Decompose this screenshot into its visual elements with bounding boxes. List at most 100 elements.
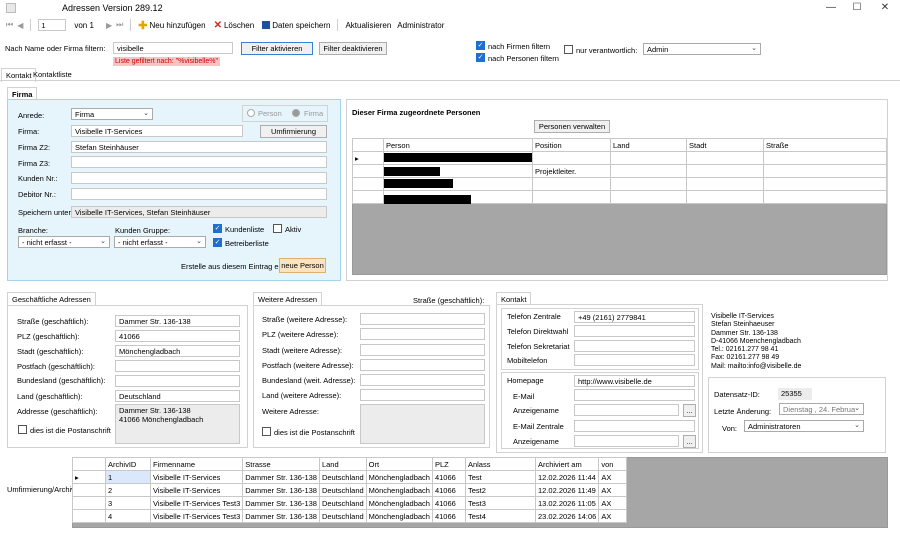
geschaeft-tab[interactable]: Geschäftliche Adressen — [7, 292, 96, 306]
debitor-input[interactable] — [71, 188, 327, 200]
w-post-checkbox[interactable] — [262, 427, 271, 436]
email2-label: E-Mail Zentrale — [513, 422, 564, 431]
save-button[interactable]: Daten speichern — [262, 21, 330, 30]
aktiv-checkbox[interactable] — [273, 224, 282, 233]
z2-input[interactable]: Stefan Steinhäuser — [71, 141, 327, 153]
by-person-checkbox[interactable]: ✓ — [476, 53, 485, 62]
w-land-input[interactable] — [360, 389, 485, 401]
weitere-tab[interactable]: Weitere Adressen — [253, 292, 323, 306]
g-plz-input[interactable]: 41066 — [115, 330, 240, 342]
by-company-checkbox[interactable]: ✓ — [476, 41, 485, 50]
g-postfach-label: Postfach (geschäftlich): — [17, 362, 95, 371]
von-select[interactable]: Administratoren ⌄ — [744, 420, 864, 432]
table-row[interactable]: 2 Visibelle IT-Services Dammer Str. 136-13… — [72, 483, 628, 497]
homepage-input[interactable]: http://www.visibelle.de — [574, 375, 695, 387]
minimize-button[interactable]: — — [818, 0, 844, 16]
mobil-input[interactable] — [574, 354, 695, 366]
tel-direkt-input[interactable] — [574, 325, 695, 337]
tel-zentrale-input[interactable]: +49 (2161) 2779841 — [574, 311, 695, 323]
neue-person-button[interactable]: neue Person — [279, 258, 326, 273]
toolbar: ⏮ ◀ 1 von 1 ▶ ⏭ ✚ Neu hinzufügen ✕ Löschen… — [0, 16, 900, 34]
firma-input[interactable]: Visibelle IT-Services — [71, 125, 243, 137]
last-record-icon[interactable]: ⏭ — [116, 20, 123, 30]
only-responsible-checkbox[interactable] — [564, 45, 573, 54]
column-header[interactable]: Land — [610, 138, 687, 152]
title-bar: Adressen Version 289.12 — ☐ ✕ — [0, 0, 900, 16]
column-header[interactable]: von — [598, 457, 628, 471]
tab-kontaktliste[interactable]: Kontaktliste — [33, 70, 72, 79]
filter-hint: Liste gefiltert nach: "%visibelle%" — [113, 57, 221, 66]
filter-input[interactable]: visibelle — [113, 42, 233, 54]
prev-record-icon[interactable]: ◀ — [17, 21, 23, 30]
g-plz-label: PLZ (geschäftlich): — [17, 332, 80, 341]
firma-radio[interactable] — [292, 109, 300, 117]
betreiberliste-checkbox[interactable]: ✓ — [213, 238, 222, 247]
anzeige2-browse-button[interactable]: ... — [683, 435, 696, 448]
table-row[interactable]: ▸ 1 Visibelle IT-Services Dammer Str. 136-1… — [72, 470, 628, 484]
column-header[interactable]: ArchivID — [105, 457, 151, 471]
table-row[interactable]: 3 Visibelle IT-Services Test3 Dammer Str. … — [72, 496, 628, 510]
anzeige2-input[interactable] — [574, 435, 679, 447]
maximize-button[interactable]: ☐ — [844, 0, 870, 16]
redacted-name — [384, 195, 471, 204]
chevron-down-icon: ⌄ — [100, 238, 106, 245]
branche-select[interactable]: - nicht erfasst - ⌄ — [18, 236, 110, 248]
column-header[interactable]: Straße — [763, 138, 887, 152]
umfirmierung-button[interactable]: Umfirmierung — [260, 125, 327, 138]
g-post-label: dies ist die Postanschrift — [30, 426, 111, 435]
chevron-down-icon: ⌄ — [196, 238, 202, 245]
close-button[interactable]: ✕ — [872, 0, 898, 16]
email-label: E-Mail — [513, 392, 535, 401]
column-header[interactable]: Ort — [365, 457, 433, 471]
record-number-input[interactable]: 1 — [38, 19, 67, 31]
g-strasse-input[interactable]: Dammer Str. 136-138 — [115, 315, 240, 327]
g-bundesland-input[interactable] — [115, 375, 240, 387]
tel-sekr-input[interactable] — [574, 340, 695, 352]
g-postfach-input[interactable] — [115, 360, 240, 372]
email2-input[interactable] — [574, 420, 695, 432]
kunden-input[interactable] — [71, 172, 327, 184]
filter-activate-button[interactable]: Filter aktivieren — [241, 42, 313, 55]
kundenliste-label: Kundenliste — [225, 225, 265, 234]
w-strasse-input[interactable] — [360, 313, 485, 325]
email-input[interactable] — [574, 389, 695, 401]
w-plz-input[interactable] — [360, 328, 485, 340]
w-stadt-input[interactable] — [360, 344, 485, 356]
anrede-select[interactable]: Firma ⌄ — [71, 108, 153, 120]
filter-deactivate-button[interactable]: Filter deaktivieren — [319, 42, 387, 55]
w-postfach-input[interactable] — [360, 359, 485, 371]
z3-input[interactable] — [71, 156, 327, 168]
responsible-select[interactable]: Admin ⌄ — [643, 43, 761, 55]
betreiberliste-label: Betreiberliste — [225, 239, 269, 248]
person-radio[interactable] — [247, 109, 255, 117]
column-header[interactable]: Strasse — [242, 457, 320, 471]
table-row[interactable]: 4 Visibelle IT-Services Test3 Dammer Str. … — [72, 509, 628, 523]
refresh-button[interactable]: Aktualisieren — [345, 21, 391, 30]
delete-button[interactable]: ✕ Löschen — [214, 20, 255, 31]
plus-icon: ✚ — [138, 19, 148, 32]
column-header[interactable]: Stadt — [686, 138, 764, 152]
column-header[interactable]: PLZ — [431, 457, 466, 471]
column-header[interactable]: Position — [532, 138, 611, 152]
first-record-icon[interactable]: ⏮ — [6, 20, 13, 30]
anzeige-browse-button[interactable]: ... — [683, 404, 696, 417]
column-header[interactable]: Firmenname — [149, 457, 244, 471]
g-stadt-input[interactable]: Mönchengladbach — [115, 345, 240, 357]
anzeige-input[interactable] — [574, 404, 679, 416]
gruppe-select[interactable]: - nicht erfasst - ⌄ — [114, 236, 206, 248]
von-label: Von: — [722, 424, 738, 433]
column-header[interactable]: Person — [383, 138, 533, 152]
column-header[interactable]: Land — [318, 457, 367, 471]
column-header[interactable]: Anlass — [464, 457, 536, 471]
w-bundesland-input[interactable] — [360, 374, 485, 386]
archiv-label: Umfirmierung/Archiv — [7, 485, 75, 494]
column-header[interactable]: Archiviert am — [534, 457, 600, 471]
delete-icon: ✕ — [213, 19, 222, 31]
gruppe-label: Kunden Gruppe: — [115, 226, 171, 235]
kundenliste-checkbox[interactable]: ✓ — [213, 224, 222, 233]
g-land-input[interactable]: Deutschland — [115, 390, 240, 402]
g-post-checkbox[interactable] — [18, 425, 27, 434]
persons-manage-button[interactable]: Personen verwalten — [534, 120, 610, 133]
next-record-icon[interactable]: ▶ — [106, 21, 112, 30]
add-button[interactable]: ✚ Neu hinzufügen — [138, 19, 205, 32]
